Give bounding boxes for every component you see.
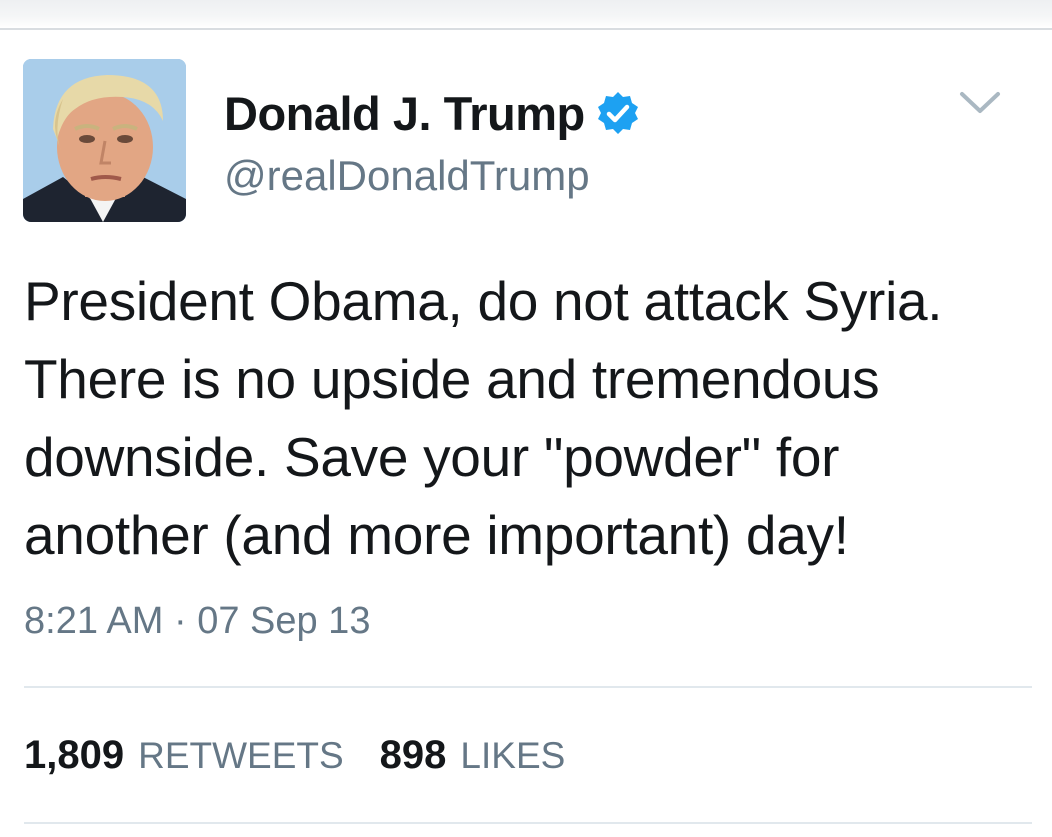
divider (24, 686, 1032, 688)
chevron-down-icon[interactable] (957, 88, 1003, 118)
likes-count[interactable]: 898 (380, 733, 447, 778)
avatar[interactable] (23, 59, 186, 222)
likes-label[interactable]: LIKES (460, 735, 565, 777)
retweets-count[interactable]: 1,809 (24, 733, 124, 778)
top-separator-bar (0, 0, 1052, 30)
author-handle[interactable]: @realDonaldTrump (224, 152, 590, 200)
divider (24, 822, 1032, 824)
author-name-row: Donald J. Trump (224, 82, 641, 144)
retweets-label[interactable]: RETWEETS (138, 735, 344, 777)
profile-photo-icon (23, 59, 186, 222)
tweet-timestamp[interactable]: 8:21 AM · 07 Sep 13 (24, 600, 370, 643)
author-display-name[interactable]: Donald J. Trump (224, 86, 585, 141)
tweet-text: President Obama, do not attack Syria. Th… (24, 270, 943, 566)
verified-badge-icon (595, 90, 641, 136)
tweet-stats: 1,809 RETWEETS 898 LIKES (24, 733, 565, 778)
